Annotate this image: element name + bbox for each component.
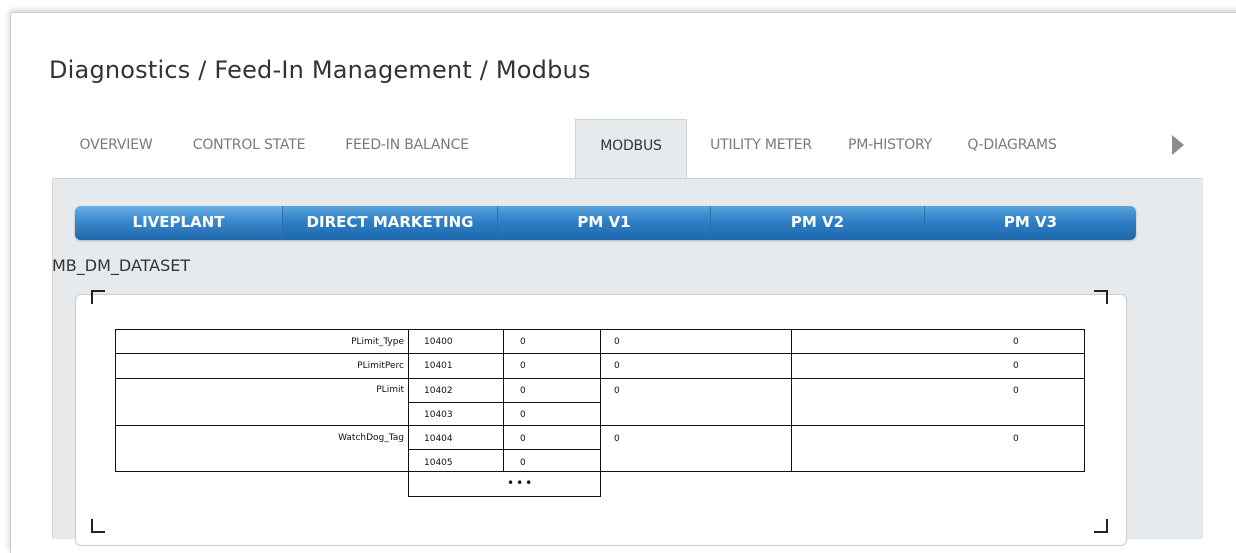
col-divider <box>791 329 792 472</box>
register-address: 10403 <box>424 410 453 420</box>
tab-utility-meter[interactable]: UTILITY METER <box>702 119 820 178</box>
register-value: 0 <box>520 410 526 420</box>
register-value: 0 <box>520 361 526 371</box>
register-col5: 0 <box>1013 386 1019 396</box>
register-address: 10400 <box>424 337 453 347</box>
register-address: 10401 <box>424 361 453 371</box>
register-name: PLimit <box>376 385 404 395</box>
corner-mark <box>1094 519 1108 533</box>
register-address: 10405 <box>424 458 453 468</box>
tab-feed-in-balance[interactable]: FEED-IN BALANCE <box>334 119 480 178</box>
subtab-pm-v3[interactable]: PM V3 <box>925 206 1136 240</box>
col-divider <box>503 329 504 472</box>
tab-overview[interactable]: OVERVIEW <box>66 119 166 178</box>
subtab-pm-v2[interactable]: PM V2 <box>711 206 925 240</box>
row-divider <box>408 402 601 403</box>
tab-scroll-right-icon[interactable] <box>1172 135 1184 155</box>
col-divider <box>600 329 601 497</box>
corner-mark <box>1094 290 1108 304</box>
tab-pm-history[interactable]: PM-HISTORY <box>842 119 938 178</box>
register-col5: 0 <box>1013 434 1019 444</box>
register-value: 0 <box>520 337 526 347</box>
register-value: 0 <box>520 386 526 396</box>
tab-bar: OVERVIEW CONTROL STATE FEED-IN BALANCE M… <box>52 119 1202 180</box>
register-name: PLimitPerc <box>357 361 404 371</box>
dataset-label: MB_DM_DATASET <box>52 256 191 275</box>
register-col3: 0 <box>614 361 620 371</box>
tab-modbus[interactable]: MODBUS <box>575 119 687 180</box>
subtab-pm-v1[interactable]: PM V1 <box>498 206 711 240</box>
row-divider <box>408 449 601 450</box>
register-col5: 0 <box>1013 361 1019 371</box>
corner-mark <box>91 519 105 533</box>
subtab-liveplant[interactable]: LIVEPLANT <box>75 206 283 240</box>
register-address: 10402 <box>424 386 453 396</box>
tab-q-diagrams[interactable]: Q-DIAGRAMS <box>957 119 1067 178</box>
page-title: Diagnostics / Feed-In Management / Modbu… <box>49 56 591 84</box>
register-value: 0 <box>520 434 526 444</box>
register-col3: 0 <box>614 337 620 347</box>
register-col3: 0 <box>614 386 620 396</box>
subtab-bar: LIVEPLANT DIRECT MARKETING PM V1 PM V2 P… <box>75 206 1136 240</box>
corner-mark <box>91 290 105 304</box>
row-divider <box>408 496 601 497</box>
register-name: PLimit_Type <box>351 337 404 347</box>
continuation-marker: ••• <box>507 476 535 490</box>
col-divider <box>408 329 409 497</box>
tab-control-state[interactable]: CONTROL STATE <box>188 119 310 178</box>
register-name: WatchDog_Tag <box>338 433 404 443</box>
register-value: 0 <box>520 458 526 468</box>
register-col5: 0 <box>1013 337 1019 347</box>
register-col3: 0 <box>614 434 620 444</box>
register-address: 10404 <box>424 434 453 444</box>
subtab-direct-marketing[interactable]: DIRECT MARKETING <box>283 206 498 240</box>
